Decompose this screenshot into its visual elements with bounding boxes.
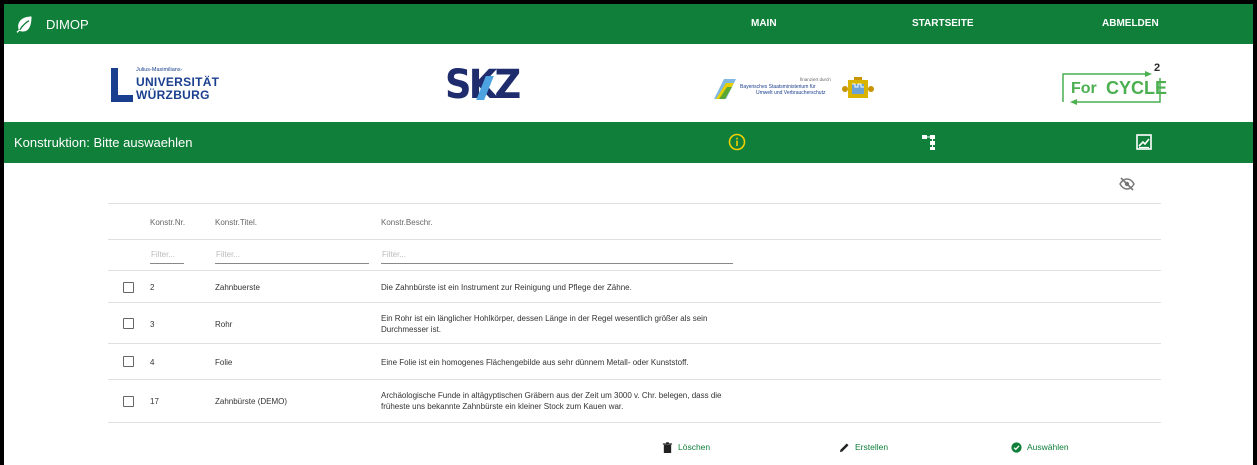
check-circle-icon: [1011, 441, 1022, 453]
delete-label: Löschen: [678, 442, 711, 452]
section-header: Konstruktion: Bitte auswaehlen: [4, 122, 1253, 163]
edit-chart-icon[interactable]: [1134, 132, 1154, 152]
section-title: Konstruktion: Bitte auswaehlen: [14, 135, 193, 150]
filter-nr-input[interactable]: Filter...: [150, 247, 184, 264]
row-titel-1: Zahnbuerste: [215, 283, 260, 292]
logo-ministry: finanziert durch Bayerisches Staatsminis…: [714, 77, 874, 101]
create-button[interactable]: Erstellen: [839, 440, 888, 454]
row-divider-1: [108, 302, 1161, 303]
forcycle-cycle: CYCLE: [1106, 78, 1168, 98]
header-divider: [108, 239, 1161, 240]
uni-emblem-icon: [111, 68, 133, 102]
row-nr-3: 4: [150, 358, 155, 367]
delete-button[interactable]: Löschen: [662, 440, 710, 454]
skz-s: S: [445, 62, 471, 108]
logo-forcycle: For CYCLE 2: [1059, 62, 1168, 108]
row-divider-2: [108, 343, 1161, 344]
row-titel-2: Rohr: [215, 320, 233, 329]
row-checkbox-4[interactable]: [123, 396, 134, 407]
logo-uni-wuerzburg: Julius-Maximilians- UNIVERSITÄT WÜRZBURG: [111, 66, 221, 104]
uni-line2: WÜRZBURG: [136, 88, 210, 102]
skz-kz: KZ: [468, 62, 521, 108]
info-icon[interactable]: [727, 132, 747, 152]
ministry-line3: Umwelt und Verbraucherschutz: [756, 90, 826, 96]
table-top-divider: [108, 203, 1161, 204]
col-header-titel[interactable]: Konstr.Titel.: [215, 218, 257, 227]
row-checkbox-1[interactable]: [123, 282, 134, 293]
nav-main[interactable]: MAIN: [751, 4, 777, 44]
row-titel-4: Zahnbürste (DEMO): [215, 397, 288, 406]
col-header-nr[interactable]: Konstr.Nr.: [150, 218, 185, 227]
row-beschr-3: Eine Folie ist ein homogenes Flächengebi…: [381, 358, 689, 367]
row-beschr-2: Ein Rohr ist ein länglicher Hohlkörper, …: [381, 314, 708, 334]
row-checkbox-2[interactable]: [123, 318, 134, 329]
ministry-swoosh-icon: [714, 79, 736, 99]
row-nr-4: 17: [150, 397, 159, 406]
leaf-icon: [16, 16, 32, 33]
forcycle-sup: 2: [1154, 62, 1161, 74]
row-beschr-1: Die Zahnbürste ist ein Instrument zur Re…: [381, 283, 632, 292]
row-nr-2: 3: [150, 320, 155, 329]
app-frame: DIMOP MAIN STARTSEITE ABMELDEN Julius-Ma…: [4, 4, 1253, 465]
row-checkbox-3[interactable]: [123, 356, 134, 367]
row-divider-3: [108, 379, 1161, 380]
partner-logos: Julius-Maximilians- UNIVERSITÄT WÜRZBURG…: [4, 44, 1253, 122]
select-label: Auswählen: [1027, 442, 1069, 452]
uni-line1: UNIVERSITÄT: [136, 75, 220, 89]
nav-startseite[interactable]: STARTSEITE: [912, 4, 973, 44]
visibility-off-icon[interactable]: [1119, 176, 1135, 192]
col-header-beschr[interactable]: Konstr.Beschr.: [381, 218, 433, 227]
row-titel-3: Folie: [215, 358, 233, 367]
row-divider-4: [108, 422, 1161, 423]
top-navbar: DIMOP MAIN STARTSEITE ABMELDEN: [4, 4, 1253, 44]
filter-beschr-input[interactable]: Filter...: [381, 247, 733, 264]
bavaria-coat-of-arms-icon: [842, 77, 874, 98]
filter-divider: [108, 270, 1161, 271]
uni-small-text: Julius-Maximilians-: [136, 67, 183, 73]
ministry-line1: finanziert durch: [800, 77, 831, 82]
select-button[interactable]: Auswählen: [1011, 440, 1069, 454]
pencil-icon: [839, 442, 849, 452]
row-beschr-4: Archäologische Funde in altägyptischen G…: [381, 391, 722, 411]
brand[interactable]: DIMOP: [14, 4, 89, 44]
nav-abmelden[interactable]: ABMELDEN: [1102, 4, 1159, 44]
filter-titel-input[interactable]: Filter...: [215, 247, 369, 264]
row-nr-1: 2: [150, 283, 155, 292]
app-name: DIMOP: [46, 16, 89, 32]
forcycle-for: For: [1071, 80, 1097, 97]
create-label: Erstellen: [855, 442, 889, 452]
trash-icon: [662, 441, 673, 453]
hierarchy-icon[interactable]: [920, 132, 940, 152]
